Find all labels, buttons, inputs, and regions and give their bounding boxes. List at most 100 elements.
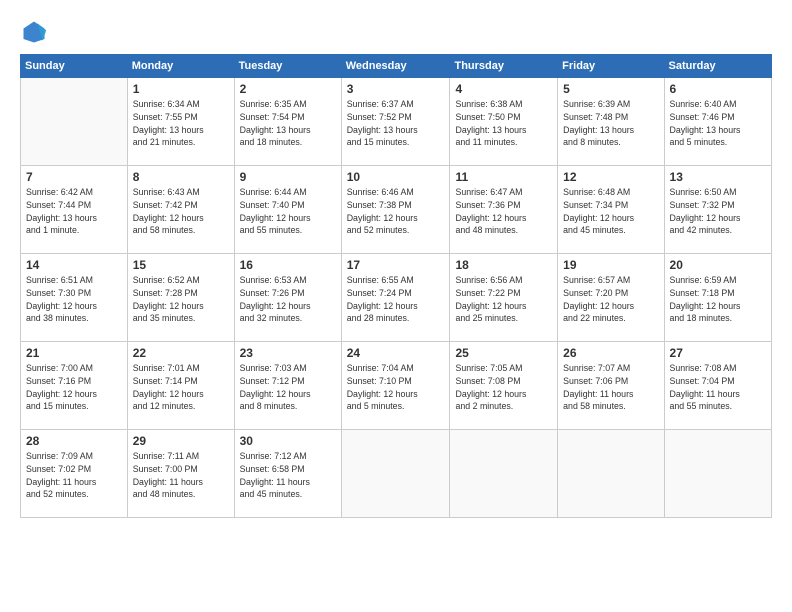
calendar-cell: 8 Sunrise: 6:43 AM Sunset: 7:42 PM Daylig… [127, 166, 234, 254]
day-number: 21 [26, 346, 122, 360]
calendar-week-row: 14 Sunrise: 6:51 AM Sunset: 7:30 PM Dayli… [21, 254, 772, 342]
day-info: Sunrise: 6:57 AM Sunset: 7:20 PM Dayligh… [563, 274, 658, 325]
day-number: 5 [563, 82, 658, 96]
day-number: 12 [563, 170, 658, 184]
day-of-week-header: Saturday [664, 55, 771, 78]
calendar-week-row: 1Sunrise: 6:34 AM Sunset: 7:55 PM Daylig… [21, 78, 772, 166]
day-info: Sunrise: 6:56 AM Sunset: 7:22 PM Dayligh… [455, 274, 552, 325]
day-info: Sunrise: 7:09 AM Sunset: 7:02 PM Dayligh… [26, 450, 122, 501]
day-number: 6 [670, 82, 766, 96]
calendar-cell: 4 Sunrise: 6:38 AM Sunset: 7:50 PM Daylig… [450, 78, 558, 166]
calendar-cell: 26 Sunrise: 7:07 AM Sunset: 7:06 PM Dayli… [558, 342, 664, 430]
day-number: 13 [670, 170, 766, 184]
day-info: Sunrise: 7:00 AM Sunset: 7:16 PM Dayligh… [26, 362, 122, 413]
day-info: Sunrise: 6:53 AM Sunset: 7:26 PM Dayligh… [240, 274, 336, 325]
day-of-week-header: Wednesday [341, 55, 450, 78]
day-info: Sunrise: 6:59 AM Sunset: 7:18 PM Dayligh… [670, 274, 766, 325]
day-number: 25 [455, 346, 552, 360]
calendar-cell: 24 Sunrise: 7:04 AM Sunset: 7:10 PM Dayli… [341, 342, 450, 430]
day-number: 26 [563, 346, 658, 360]
calendar-cell: 30 Sunrise: 7:12 AM Sunset: 6:58 PM Dayli… [234, 430, 341, 518]
day-info: Sunrise: 6:47 AM Sunset: 7:36 PM Dayligh… [455, 186, 552, 237]
day-of-week-header: Sunday [21, 55, 128, 78]
day-number: 8 [133, 170, 229, 184]
day-number: 1 [133, 82, 229, 96]
calendar-cell: 15 Sunrise: 6:52 AM Sunset: 7:28 PM Dayli… [127, 254, 234, 342]
calendar-cell: 16 Sunrise: 6:53 AM Sunset: 7:26 PM Dayli… [234, 254, 341, 342]
calendar-cell: 20 Sunrise: 6:59 AM Sunset: 7:18 PM Dayli… [664, 254, 771, 342]
day-info: Sunrise: 7:03 AM Sunset: 7:12 PM Dayligh… [240, 362, 336, 413]
calendar-cell: 5 Sunrise: 6:39 AM Sunset: 7:48 PM Daylig… [558, 78, 664, 166]
day-number: 19 [563, 258, 658, 272]
calendar-cell: 23 Sunrise: 7:03 AM Sunset: 7:12 PM Dayli… [234, 342, 341, 430]
calendar-cell: 14 Sunrise: 6:51 AM Sunset: 7:30 PM Dayli… [21, 254, 128, 342]
day-info: Sunrise: 6:46 AM Sunset: 7:38 PM Dayligh… [347, 186, 445, 237]
day-info: Sunrise: 6:42 AM Sunset: 7:44 PM Dayligh… [26, 186, 122, 237]
day-info: Sunrise: 6:48 AM Sunset: 7:34 PM Dayligh… [563, 186, 658, 237]
calendar-cell: 11 Sunrise: 6:47 AM Sunset: 7:36 PM Dayli… [450, 166, 558, 254]
calendar-cell: 13 Sunrise: 6:50 AM Sunset: 7:32 PM Dayli… [664, 166, 771, 254]
day-info: Sunrise: 6:35 AM Sunset: 7:54 PM Dayligh… [240, 98, 336, 149]
calendar-cell [341, 430, 450, 518]
calendar-cell: 12 Sunrise: 6:48 AM Sunset: 7:34 PM Dayli… [558, 166, 664, 254]
day-number: 28 [26, 434, 122, 448]
day-number: 9 [240, 170, 336, 184]
calendar-week-row: 7 Sunrise: 6:42 AM Sunset: 7:44 PM Daylig… [21, 166, 772, 254]
calendar-cell: 6Sunrise: 6:40 AM Sunset: 7:46 PM Daylig… [664, 78, 771, 166]
day-info: Sunrise: 6:39 AM Sunset: 7:48 PM Dayligh… [563, 98, 658, 149]
logo [20, 18, 52, 46]
calendar-cell [21, 78, 128, 166]
calendar-week-row: 28 Sunrise: 7:09 AM Sunset: 7:02 PM Dayli… [21, 430, 772, 518]
day-info: Sunrise: 6:43 AM Sunset: 7:42 PM Dayligh… [133, 186, 229, 237]
day-info: Sunrise: 7:07 AM Sunset: 7:06 PM Dayligh… [563, 362, 658, 413]
day-number: 23 [240, 346, 336, 360]
calendar-cell [558, 430, 664, 518]
day-number: 15 [133, 258, 229, 272]
day-of-week-header: Friday [558, 55, 664, 78]
day-number: 22 [133, 346, 229, 360]
day-number: 10 [347, 170, 445, 184]
day-number: 27 [670, 346, 766, 360]
day-number: 14 [26, 258, 122, 272]
day-number: 16 [240, 258, 336, 272]
day-number: 29 [133, 434, 229, 448]
calendar-cell: 27Sunrise: 7:08 AM Sunset: 7:04 PM Dayli… [664, 342, 771, 430]
header [20, 18, 772, 46]
day-number: 11 [455, 170, 552, 184]
day-info: Sunrise: 7:04 AM Sunset: 7:10 PM Dayligh… [347, 362, 445, 413]
logo-icon [20, 18, 48, 46]
day-number: 7 [26, 170, 122, 184]
day-of-week-header: Tuesday [234, 55, 341, 78]
calendar-cell: 18 Sunrise: 6:56 AM Sunset: 7:22 PM Dayli… [450, 254, 558, 342]
calendar-cell: 21 Sunrise: 7:00 AM Sunset: 7:16 PM Dayli… [21, 342, 128, 430]
calendar-cell: 17Sunrise: 6:55 AM Sunset: 7:24 PM Dayli… [341, 254, 450, 342]
day-number: 2 [240, 82, 336, 96]
day-info: Sunrise: 6:44 AM Sunset: 7:40 PM Dayligh… [240, 186, 336, 237]
calendar-cell: 25 Sunrise: 7:05 AM Sunset: 7:08 PM Dayli… [450, 342, 558, 430]
day-number: 30 [240, 434, 336, 448]
day-info: Sunrise: 7:05 AM Sunset: 7:08 PM Dayligh… [455, 362, 552, 413]
calendar-cell: 29Sunrise: 7:11 AM Sunset: 7:00 PM Dayli… [127, 430, 234, 518]
day-info: Sunrise: 7:12 AM Sunset: 6:58 PM Dayligh… [240, 450, 336, 501]
calendar-week-row: 21 Sunrise: 7:00 AM Sunset: 7:16 PM Dayli… [21, 342, 772, 430]
day-info: Sunrise: 6:50 AM Sunset: 7:32 PM Dayligh… [670, 186, 766, 237]
calendar-cell: 28 Sunrise: 7:09 AM Sunset: 7:02 PM Dayli… [21, 430, 128, 518]
calendar-cell: 9 Sunrise: 6:44 AM Sunset: 7:40 PM Daylig… [234, 166, 341, 254]
day-of-week-header: Monday [127, 55, 234, 78]
day-number: 20 [670, 258, 766, 272]
day-number: 24 [347, 346, 445, 360]
calendar-cell: 3Sunrise: 6:37 AM Sunset: 7:52 PM Daylig… [341, 78, 450, 166]
calendar-cell: 1Sunrise: 6:34 AM Sunset: 7:55 PM Daylig… [127, 78, 234, 166]
calendar: SundayMondayTuesdayWednesdayThursdayFrid… [20, 54, 772, 518]
day-number: 4 [455, 82, 552, 96]
day-info: Sunrise: 6:52 AM Sunset: 7:28 PM Dayligh… [133, 274, 229, 325]
day-info: Sunrise: 6:55 AM Sunset: 7:24 PM Dayligh… [347, 274, 445, 325]
calendar-header-row: SundayMondayTuesdayWednesdayThursdayFrid… [21, 55, 772, 78]
calendar-cell: 10 Sunrise: 6:46 AM Sunset: 7:38 PM Dayli… [341, 166, 450, 254]
day-info: Sunrise: 6:38 AM Sunset: 7:50 PM Dayligh… [455, 98, 552, 149]
day-info: Sunrise: 6:51 AM Sunset: 7:30 PM Dayligh… [26, 274, 122, 325]
day-number: 18 [455, 258, 552, 272]
calendar-cell: 19 Sunrise: 6:57 AM Sunset: 7:20 PM Dayli… [558, 254, 664, 342]
day-number: 3 [347, 82, 445, 96]
calendar-cell [450, 430, 558, 518]
